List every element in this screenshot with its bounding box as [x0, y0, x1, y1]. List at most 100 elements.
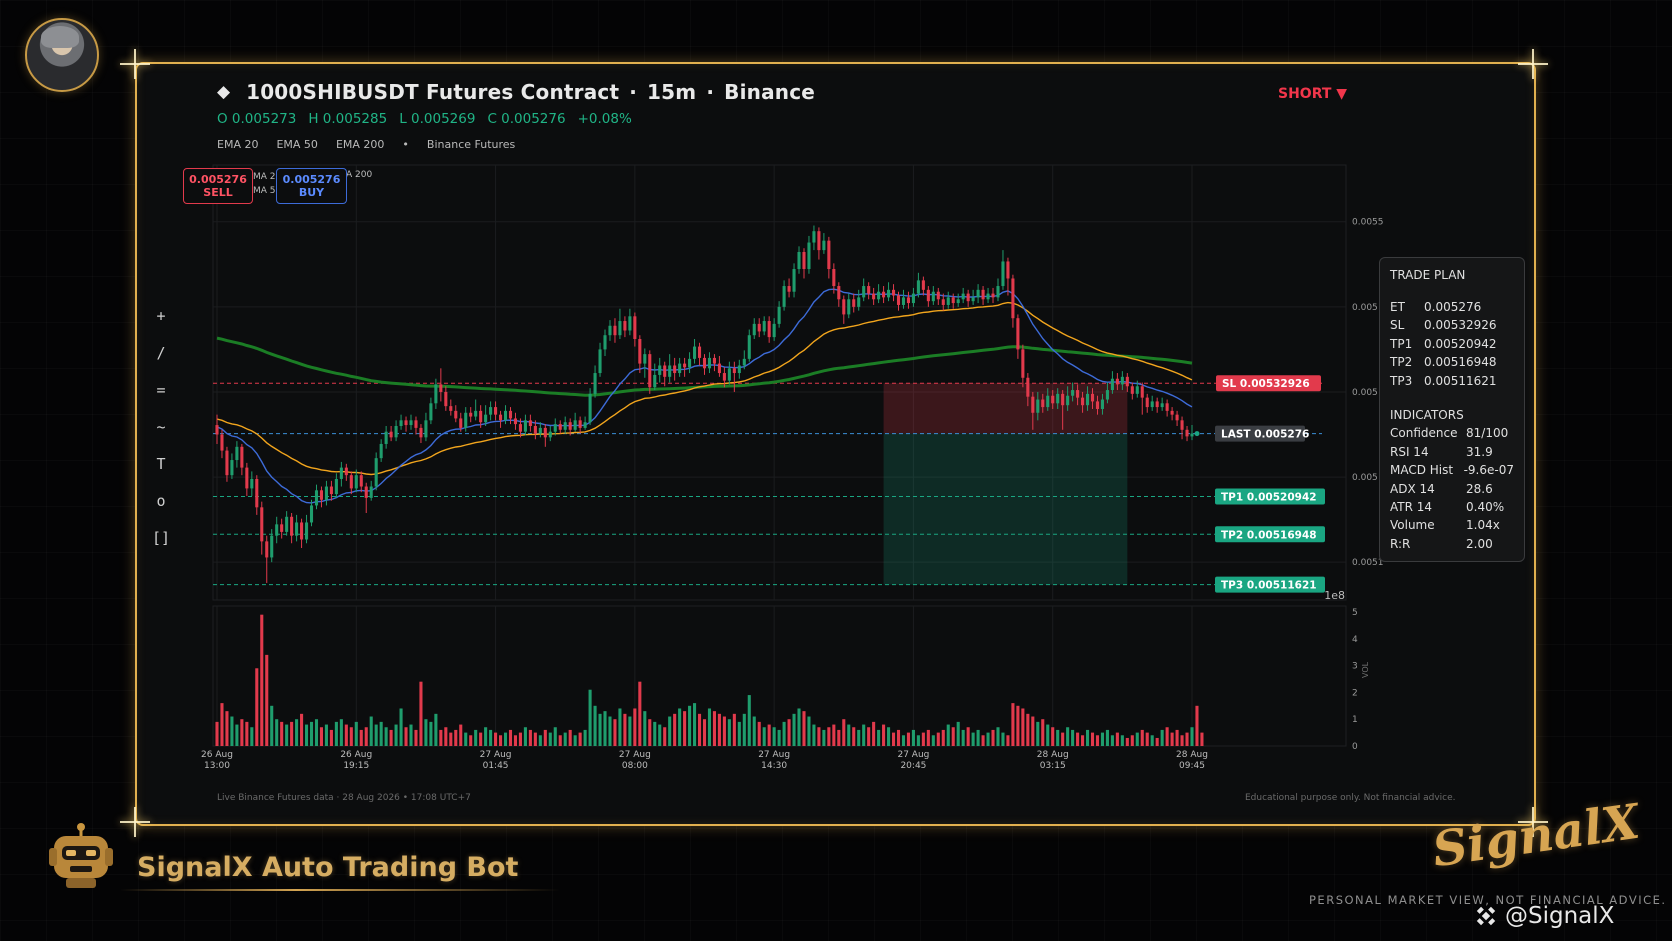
candle-body — [727, 368, 731, 381]
volume-bar — [882, 724, 886, 746]
candle-body — [543, 427, 547, 438]
volume-bar — [439, 729, 443, 746]
candle-body — [573, 420, 577, 430]
volume-bar — [409, 724, 413, 746]
volume-bar — [1041, 719, 1045, 746]
volume-bar — [986, 732, 990, 746]
volume-bar — [1125, 737, 1129, 746]
candle-body — [916, 280, 920, 294]
time-label: 26 Aug — [201, 750, 233, 760]
candle-body — [961, 293, 965, 300]
volume-bar — [747, 695, 751, 746]
candle-body — [1016, 318, 1020, 350]
candle-body — [1095, 401, 1100, 409]
volume-bar — [553, 727, 557, 746]
volume-bar — [1061, 732, 1065, 746]
indicator-row: Volume 1.04x — [1390, 518, 1500, 533]
candle-body — [459, 418, 463, 428]
time-label: 26 Aug — [340, 750, 372, 760]
candle-body — [857, 297, 861, 307]
volume-bar — [568, 729, 572, 746]
volume-bar — [1110, 735, 1114, 746]
candle-body — [792, 269, 796, 292]
candle-body — [384, 431, 388, 444]
volume-bar — [896, 729, 901, 746]
volume-bar — [464, 732, 468, 746]
candle-body — [424, 420, 428, 438]
candle-body — [757, 323, 761, 332]
volume-bar — [872, 721, 876, 746]
volume-bar — [503, 732, 508, 746]
volume-bar — [1021, 708, 1025, 746]
candle-body — [538, 427, 542, 434]
candle-body — [474, 410, 478, 417]
candle-body — [802, 252, 806, 270]
volume-bar — [523, 727, 527, 746]
volume-bar — [697, 713, 702, 746]
volume-bar — [772, 727, 776, 746]
candle-body — [638, 339, 642, 364]
volume-bar — [752, 716, 756, 746]
candle-body — [439, 384, 443, 392]
candle-body — [697, 346, 702, 358]
candle-body — [1145, 397, 1149, 408]
candle-body — [891, 289, 896, 296]
volume-bar — [603, 711, 607, 746]
volume-pane — [212, 605, 1347, 747]
candle-body — [578, 420, 582, 428]
volume-bar — [349, 727, 353, 746]
candle-body — [334, 478, 338, 495]
volume-bar — [364, 727, 368, 746]
plan-row: TP3 0.00511621 — [1390, 373, 1497, 388]
volume-bar — [673, 713, 677, 746]
sell-button[interactable]: 0.005276 SELL — [183, 168, 253, 204]
candle-body — [444, 391, 448, 407]
candle-body — [1185, 429, 1189, 437]
volume-axis-label: VOL — [1361, 661, 1370, 678]
candle-body — [449, 406, 453, 411]
candle-body — [767, 321, 771, 338]
candle-body — [717, 363, 721, 374]
volume-bar — [722, 716, 726, 746]
trade-plan-heading: TRADE PLAN — [1390, 268, 1466, 282]
volume-bar — [344, 724, 348, 746]
candle-body — [1006, 261, 1010, 279]
candle-body — [981, 289, 985, 300]
buy-button[interactable]: 0.005276 BUY — [276, 168, 347, 204]
volume-bar — [1195, 705, 1199, 746]
candle-body — [633, 316, 637, 339]
volume-bar — [1155, 737, 1159, 746]
candle-body — [976, 289, 980, 298]
candle-body — [722, 373, 726, 381]
volume-bar — [757, 721, 761, 746]
volume-bar — [1085, 729, 1090, 746]
plan-row: TP2 0.00516948 — [1390, 355, 1497, 370]
candle-body — [1071, 390, 1075, 396]
volume-bar — [1175, 729, 1179, 746]
candle-body — [921, 280, 925, 290]
candle-body — [787, 286, 791, 292]
candle-body — [588, 393, 592, 423]
candle-body — [1011, 278, 1015, 319]
volume-bar — [379, 721, 383, 746]
candle-body — [956, 299, 960, 304]
volume-bar — [941, 729, 945, 746]
volume-bar — [822, 729, 826, 746]
volume-bar — [250, 727, 254, 746]
candle-body — [1051, 395, 1055, 404]
volume-bar — [1130, 735, 1134, 746]
volume-bar — [469, 735, 473, 746]
candle-body — [265, 541, 269, 558]
candle-body — [702, 357, 707, 369]
indicator-row: ADX 14 28.6 — [1390, 481, 1493, 496]
candle-body — [563, 422, 567, 430]
ma-legend-stub: MA 2 MA 5 — [253, 172, 276, 196]
candle-body — [419, 427, 423, 438]
volume-bar — [459, 724, 463, 746]
volume-bar — [563, 732, 567, 746]
candle-body — [971, 297, 975, 302]
candle-body — [518, 424, 522, 432]
volume-bar — [339, 719, 343, 746]
candle-body — [837, 286, 841, 300]
volume-bar — [533, 732, 537, 746]
